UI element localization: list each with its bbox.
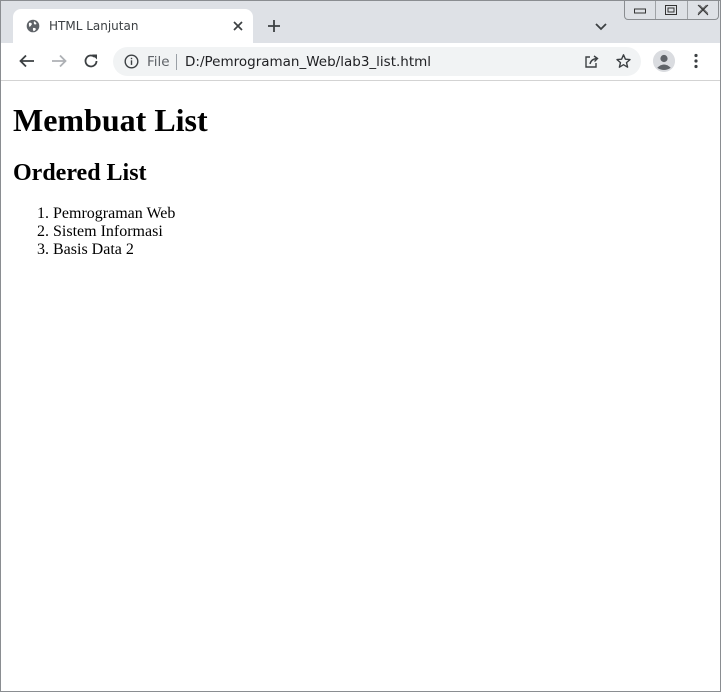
restore-button[interactable] [655, 1, 686, 19]
globe-icon [26, 19, 40, 33]
chevron-down-icon[interactable] [593, 18, 609, 34]
close-window-button[interactable] [686, 1, 718, 19]
list-item: Sistem Informasi [53, 223, 708, 241]
page-viewport: Membuat List Ordered List Pemrograman We… [1, 81, 720, 691]
url-text[interactable]: D:/Pemrograman_Web/lab3_list.html [185, 54, 431, 70]
divider [176, 54, 177, 70]
bookmark-star-icon[interactable] [615, 53, 632, 70]
tab-html-lanjutan[interactable]: HTML Lanjutan [13, 9, 253, 43]
page-subheading: Ordered List [13, 160, 147, 186]
share-icon[interactable] [583, 53, 600, 70]
window-controls [624, 1, 719, 20]
toolbar: File D:/Pemrograman_Web/lab3_list.html [1, 43, 720, 81]
ordered-list: Pemrograman Web Sistem Informasi Basis D… [13, 205, 708, 259]
scheme-label: File [147, 54, 170, 70]
tab-title: HTML Lanjutan [49, 19, 139, 33]
new-tab-plus-icon[interactable] [265, 17, 283, 35]
info-icon[interactable] [124, 54, 139, 69]
page-content: Membuat List Ordered List Pemrograman We… [1, 102, 720, 259]
address-bar[interactable]: File D:/Pemrograman_Web/lab3_list.html [113, 47, 641, 76]
reload-icon[interactable] [82, 52, 100, 70]
kebab-menu-icon[interactable] [687, 52, 705, 70]
tab-strip: HTML Lanjutan [1, 1, 720, 43]
list-item: Basis Data 2 [53, 241, 708, 259]
minimize-button[interactable] [625, 1, 655, 19]
list-item: Pemrograman Web [53, 205, 708, 223]
browser-window: HTML Lanjutan File D:/Pemrograman_Web/la… [0, 0, 721, 692]
page-heading: Membuat List [13, 102, 208, 138]
profile-avatar-icon[interactable] [653, 50, 675, 72]
back-arrow-icon[interactable] [18, 52, 36, 70]
close-tab-icon[interactable] [230, 18, 246, 34]
forward-arrow-icon[interactable] [50, 52, 68, 70]
